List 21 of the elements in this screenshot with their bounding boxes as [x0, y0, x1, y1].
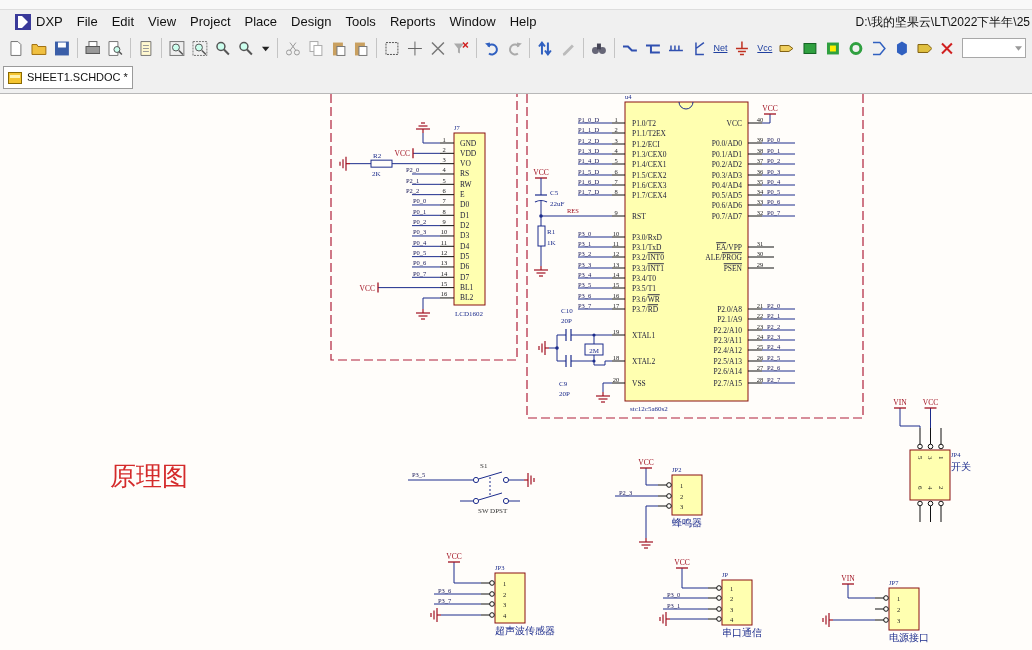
menu-item[interactable]: Help [502, 11, 544, 33]
net-label-tool[interactable]: Net [713, 43, 728, 53]
menu-item[interactable]: Window [442, 11, 503, 33]
power-port-tool[interactable]: Vcc [757, 43, 773, 53]
sheet-title: 原理图 [110, 461, 188, 491]
menu-item[interactable]: Project [183, 11, 238, 33]
menu-item[interactable]: File [69, 11, 105, 33]
component-label: 串口通信 [722, 627, 762, 638]
menu-item[interactable]: Reports [382, 11, 443, 33]
component-label: 电源接口 [889, 632, 929, 643]
component-label: 蜂鸣器 [672, 517, 702, 528]
menu-item[interactable]: Tools [338, 11, 383, 33]
component-label: 开关 [951, 461, 971, 472]
menu-item[interactable]: Edit [104, 11, 142, 33]
document-tab[interactable]: SHEET1.SCHDOC * [3, 66, 133, 89]
file-path: D:\我的坚果云\LT\2022下半年\25 [855, 14, 1031, 31]
dxp-menu[interactable]: DXP [8, 11, 70, 33]
menu-item[interactable]: Design [284, 11, 339, 33]
component-label: 超声波传感器 [495, 625, 555, 636]
menu-item[interactable]: Place [237, 11, 285, 33]
menu-item[interactable]: View [141, 11, 184, 33]
